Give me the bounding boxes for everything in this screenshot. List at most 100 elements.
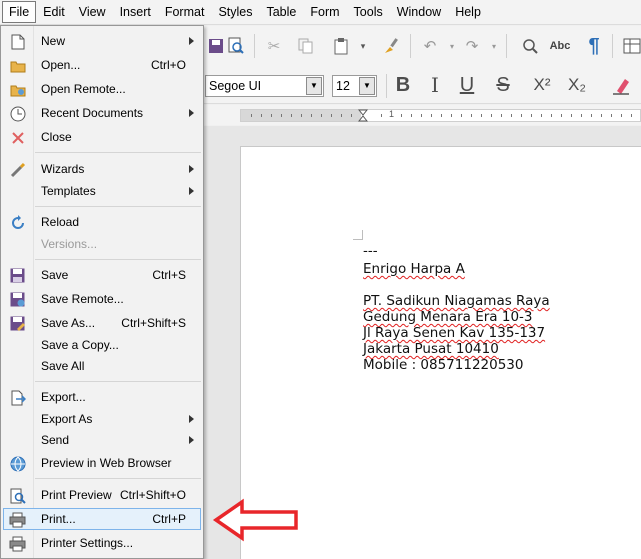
menu-item-label: Save: [41, 268, 69, 282]
find-replace-icon[interactable]: [518, 34, 542, 58]
reload-icon: [9, 214, 26, 231]
menu-edit[interactable]: Edit: [36, 1, 72, 23]
menu-item-label: Print...: [41, 512, 76, 526]
menu-item-reload[interactable]: Reload: [3, 211, 201, 233]
submenu-arrow-icon: [189, 37, 194, 45]
menu-separator: [35, 259, 201, 260]
menu-item-print[interactable]: Print... Ctrl+P: [3, 508, 201, 530]
formatting-marks-icon[interactable]: ¶: [582, 34, 606, 58]
doc-line-mobile: Mobile : 085711220530: [363, 357, 524, 373]
open-folder-icon: [9, 57, 26, 74]
menu-item-templates[interactable]: Templates: [3, 180, 201, 202]
menu-item-label: Recent Documents: [41, 106, 144, 120]
menu-item-wizards[interactable]: Wizards: [3, 158, 201, 180]
menu-item-label: Versions...: [41, 237, 98, 251]
font-name-dropdown-icon[interactable]: ▼: [306, 77, 322, 95]
open-remote-folder-icon: [9, 81, 26, 98]
menu-item-open[interactable]: Open... Ctrl+O: [3, 54, 201, 76]
insert-table-icon[interactable]: [620, 34, 641, 58]
strikethrough-button[interactable]: S: [490, 72, 516, 98]
spelling-icon[interactable]: Abc: [548, 34, 572, 58]
menu-item-shortcut: Ctrl+Shift+O: [119, 488, 186, 502]
font-name-combo[interactable]: Segoe UI ▼: [205, 75, 324, 97]
menu-help[interactable]: Help: [448, 1, 488, 23]
menu-item-label: Save As...: [41, 316, 96, 330]
bold-button[interactable]: B: [390, 72, 416, 98]
cut-icon[interactable]: ✂: [262, 34, 286, 58]
menu-item-save[interactable]: Save Ctrl+S: [3, 264, 201, 286]
menu-item-export[interactable]: Export...: [3, 386, 201, 408]
doc-line-building: Gedung Menara Era 10-3: [363, 309, 533, 325]
superscript-button[interactable]: X²: [529, 72, 555, 98]
copy-icon[interactable]: [294, 34, 318, 58]
horizontal-ruler: 1: [204, 105, 641, 125]
menu-item-send[interactable]: Send: [3, 429, 201, 451]
redo-icon[interactable]: ↷: [460, 34, 484, 58]
save-icon: [9, 267, 26, 284]
menu-window[interactable]: Window: [390, 1, 448, 23]
ruler-number: 1: [389, 109, 395, 119]
annotation-arrow-icon: [212, 498, 298, 542]
save-remote-icon: [9, 291, 26, 308]
doc-line-company-text: PT. Sadikun Niagamas Raya: [363, 293, 550, 309]
submenu-arrow-icon: [189, 187, 194, 195]
globe-icon: [9, 455, 26, 472]
menu-item-label: Send: [41, 433, 70, 447]
menu-item-open-remote[interactable]: Open Remote...: [3, 78, 201, 100]
menu-item-label: Preview in Web Browser: [41, 456, 172, 470]
menu-item-versions: Versions...: [3, 233, 201, 255]
indent-marker-icon[interactable]: [358, 109, 368, 122]
doc-line-city: Jakarta Pusat 10410: [363, 341, 499, 357]
menu-item-label: Templates: [41, 184, 96, 198]
text-boundary-corner: [353, 230, 363, 240]
menu-item-label: Open Remote...: [41, 82, 126, 96]
menu-bar: File Edit View Insert Format Styles Tabl…: [0, 0, 641, 25]
menu-styles[interactable]: Styles: [211, 1, 259, 23]
menu-item-print-preview[interactable]: Print Preview Ctrl+Shift+O: [3, 484, 201, 506]
menu-view[interactable]: View: [72, 1, 113, 23]
subscript-button[interactable]: X₂: [564, 72, 590, 98]
menu-item-recent-documents[interactable]: Recent Documents: [3, 102, 201, 124]
menu-item-printer-settings[interactable]: Printer Settings...: [3, 532, 201, 554]
paste-dropdown-icon[interactable]: ▾: [351, 34, 375, 58]
standard-toolbar: ✂ ▾ ↶ ▾ ↷ ▾ Abc ¶: [204, 26, 641, 66]
clear-formatting-icon[interactable]: [608, 72, 634, 98]
menu-item-label: Export...: [41, 390, 86, 404]
clone-formatting-icon[interactable]: [380, 34, 404, 58]
doc-line-street: Jl Raya Senen Kav 135-137: [363, 325, 546, 341]
menu-item-save-all[interactable]: Save All: [3, 355, 201, 377]
font-size-combo[interactable]: 12 ▼: [332, 75, 377, 97]
underline-button[interactable]: U: [454, 72, 480, 98]
menu-file[interactable]: File: [2, 1, 37, 23]
menu-item-shortcut: Ctrl+Shift+S: [121, 316, 186, 330]
menu-table[interactable]: Table: [259, 1, 303, 23]
menu-item-save-a-copy[interactable]: Save a Copy...: [3, 334, 201, 356]
menu-format[interactable]: Format: [158, 1, 212, 23]
font-size-value: 12: [336, 79, 350, 93]
redo-dropdown-icon[interactable]: ▾: [482, 34, 506, 58]
wizard-wand-icon: [9, 161, 26, 178]
menu-item-new[interactable]: New: [3, 30, 201, 52]
undo-icon[interactable]: ↶: [418, 34, 442, 58]
menu-item-label: Wizards: [41, 162, 85, 176]
menu-separator: [35, 478, 201, 479]
menu-insert[interactable]: Insert: [113, 1, 158, 23]
menu-item-save-as[interactable]: Save As... Ctrl+Shift+S: [3, 312, 201, 334]
menu-item-label: Save All: [41, 359, 85, 373]
menu-item-close[interactable]: Close: [3, 126, 201, 148]
print-preview-icon[interactable]: [224, 34, 248, 58]
font-size-dropdown-icon[interactable]: ▼: [359, 77, 375, 95]
menu-item-label: Close: [41, 130, 72, 144]
submenu-arrow-icon: [189, 109, 194, 117]
menu-tools[interactable]: Tools: [347, 1, 390, 23]
menu-item-export-as[interactable]: Export As: [3, 408, 201, 430]
menu-item-preview-web-browser[interactable]: Preview in Web Browser: [3, 452, 201, 474]
menu-separator: [35, 152, 201, 153]
menu-form[interactable]: Form: [303, 1, 346, 23]
menu-item-save-remote[interactable]: Save Remote...: [3, 288, 201, 310]
menu-item-label: Export As: [41, 412, 93, 426]
printer-icon: [9, 511, 26, 528]
menu-item-label: Save Remote...: [41, 292, 124, 306]
save-as-icon: [9, 315, 26, 332]
italic-button[interactable]: I: [422, 72, 448, 98]
